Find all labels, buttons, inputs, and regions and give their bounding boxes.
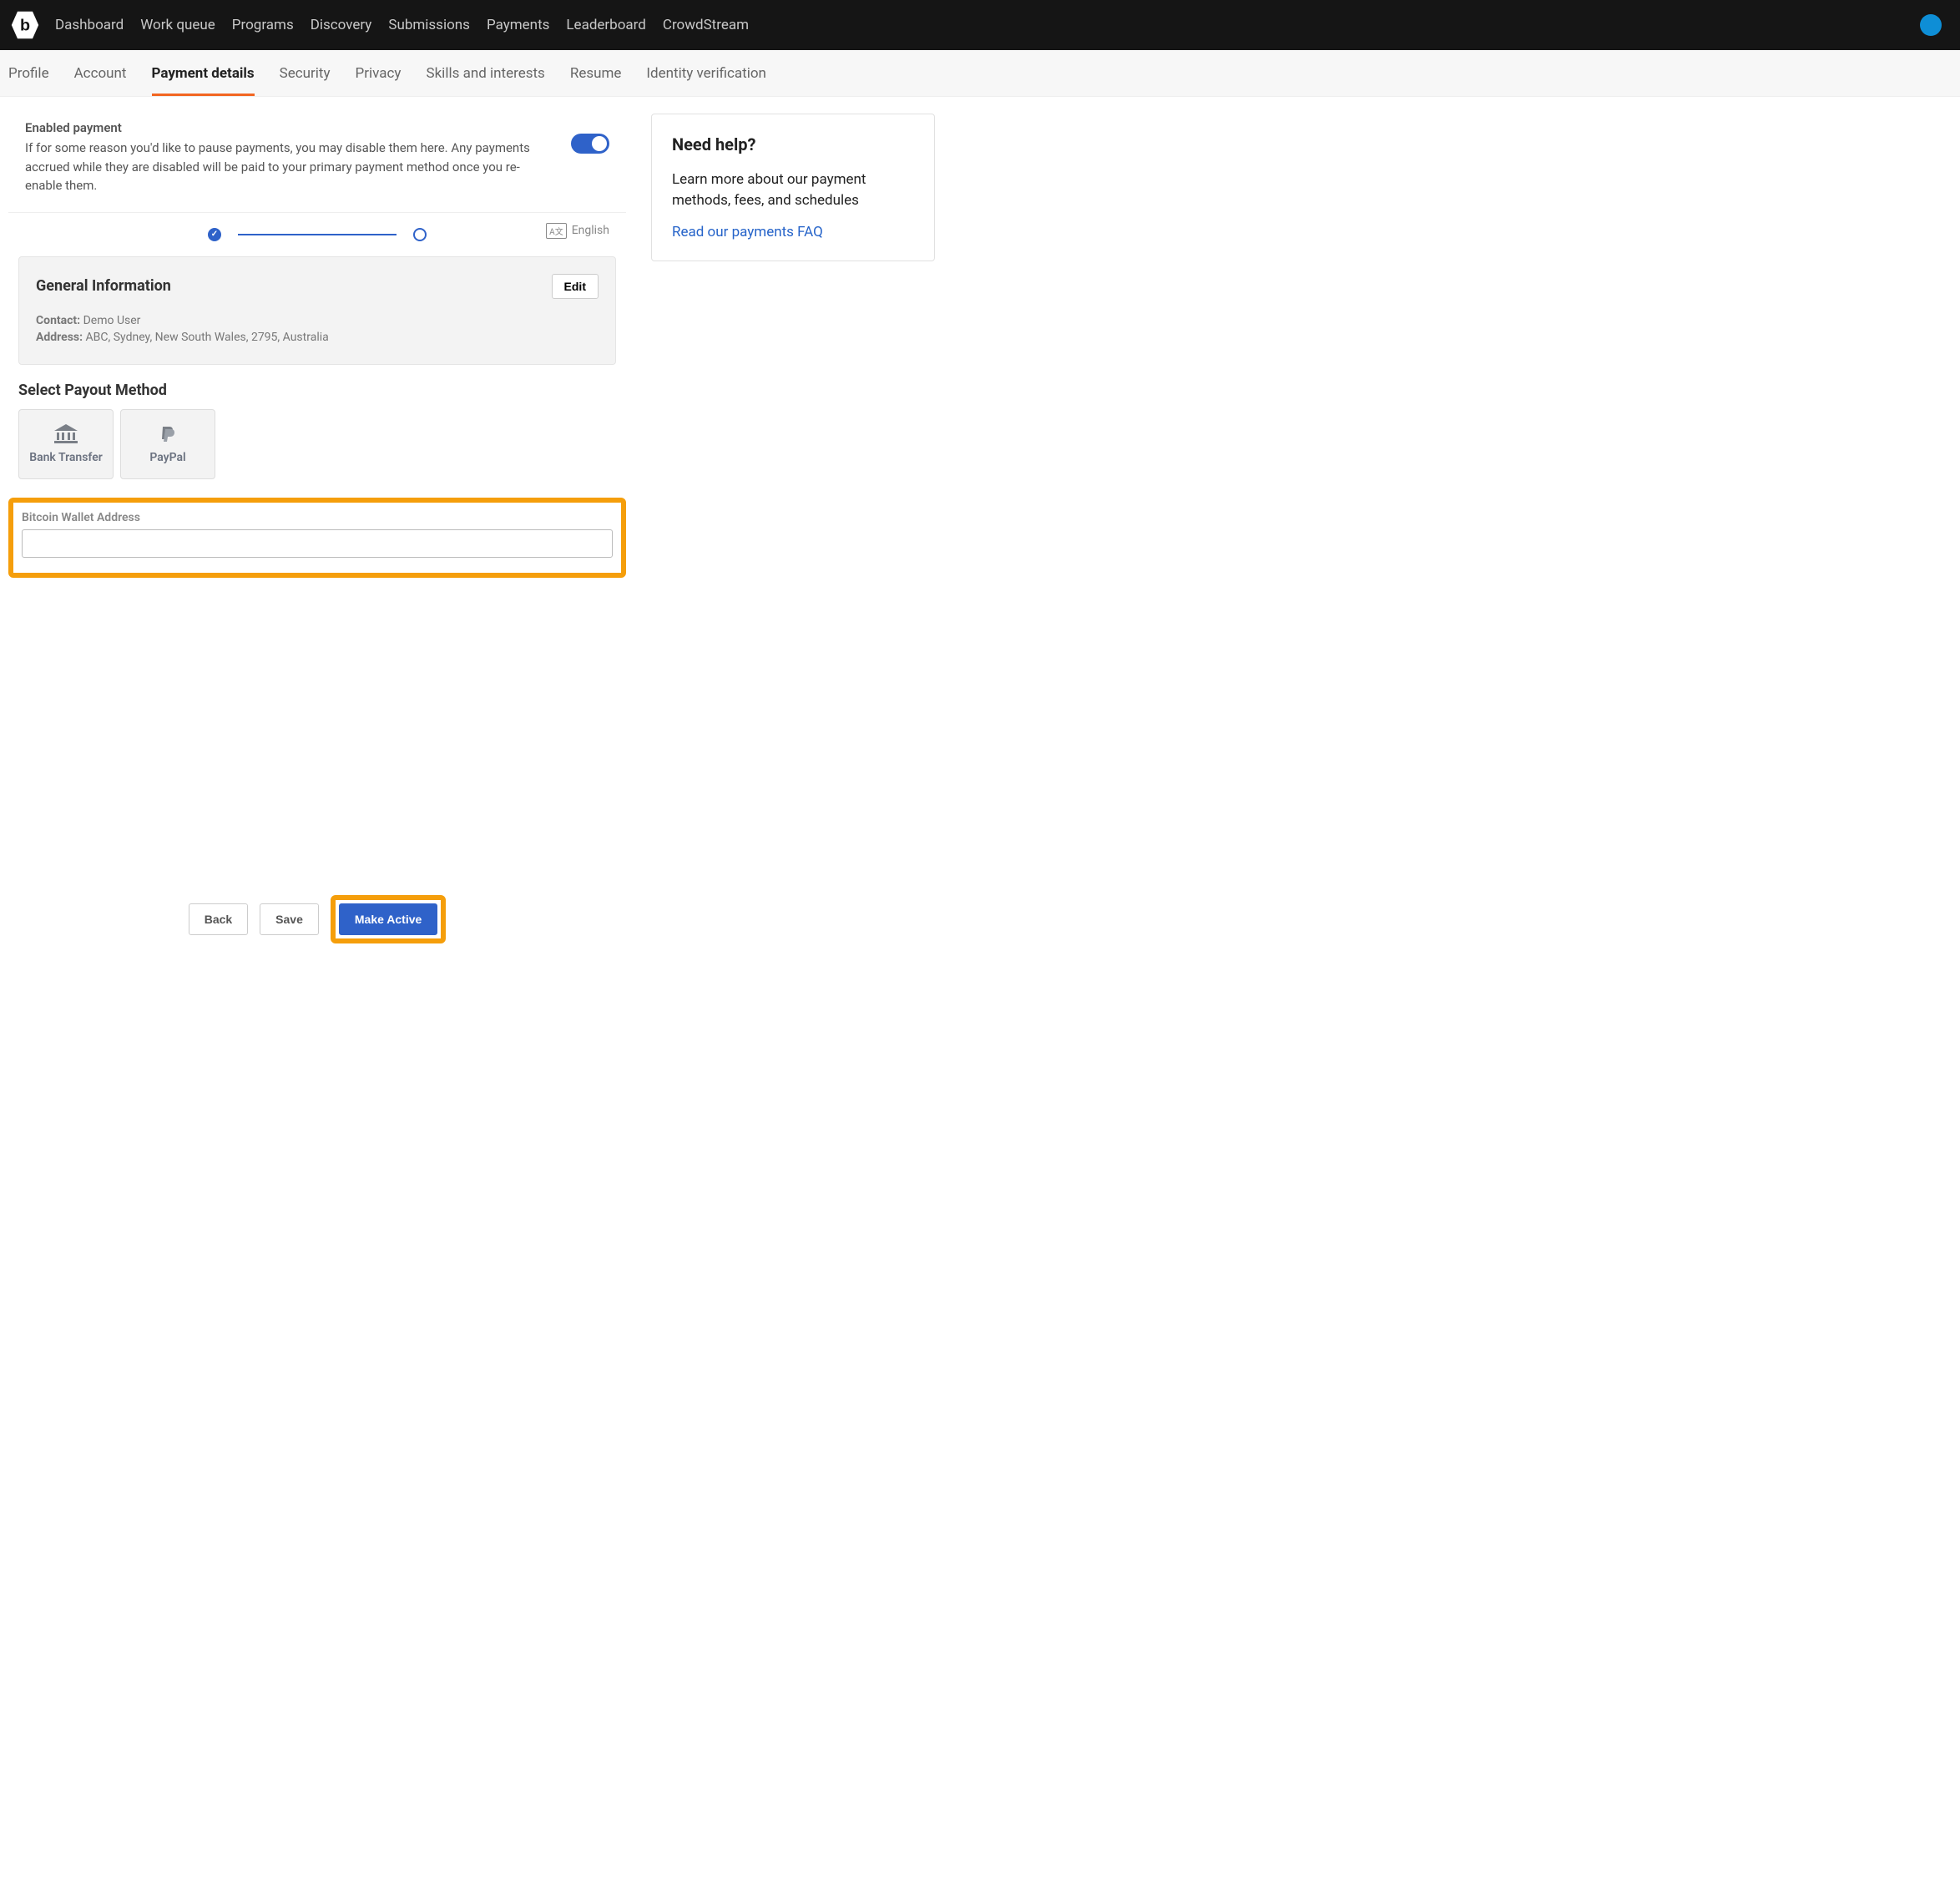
- bugcrowd-logo-icon: b: [10, 10, 40, 40]
- enabled-payment-text: Enabled payment If for some reason you'd…: [25, 120, 554, 195]
- avatar[interactable]: [1920, 14, 1942, 36]
- nav-work-queue[interactable]: Work queue: [140, 17, 215, 33]
- tab-identity[interactable]: Identity verification: [646, 50, 766, 96]
- tab-privacy[interactable]: Privacy: [356, 50, 402, 96]
- contact-label: Contact:: [36, 314, 80, 327]
- make-active-highlight: Make Active: [331, 895, 446, 943]
- method-paypal[interactable]: PayPal: [120, 409, 215, 479]
- bitcoin-label: Bitcoin Wallet Address: [22, 511, 613, 524]
- bitcoin-address-input[interactable]: [22, 529, 613, 558]
- footer-buttons: Back Save Make Active: [8, 895, 626, 943]
- general-info-card: General Information Edit Contact: Demo U…: [18, 256, 616, 365]
- nav-programs[interactable]: Programs: [232, 17, 294, 33]
- stepper-row: A文 English: [8, 213, 626, 248]
- contact-row: Contact: Demo User: [36, 314, 599, 327]
- language-switcher[interactable]: A文 English: [546, 223, 609, 239]
- tab-payment-details[interactable]: Payment details: [152, 50, 255, 96]
- back-button[interactable]: Back: [189, 903, 248, 935]
- make-active-button[interactable]: Make Active: [339, 903, 437, 935]
- step-line: [238, 234, 397, 235]
- bitcoin-field-highlight: Bitcoin Wallet Address: [8, 498, 626, 578]
- paypal-icon: [158, 424, 178, 444]
- help-body: Learn more about our payment methods, fe…: [672, 169, 914, 210]
- help-heading: Need help?: [672, 134, 914, 154]
- language-icon: A文: [546, 223, 567, 239]
- save-button[interactable]: Save: [260, 903, 319, 935]
- nav-discovery[interactable]: Discovery: [311, 17, 372, 33]
- stepper: [208, 228, 427, 241]
- enabled-payment-title: Enabled payment: [25, 120, 554, 135]
- tab-security[interactable]: Security: [280, 50, 331, 96]
- general-info-header: General Information Edit: [36, 274, 599, 299]
- method-bank-label: Bank Transfer: [29, 451, 103, 464]
- address-row: Address: ABC, Sydney, New South Wales, 2…: [36, 331, 599, 344]
- address-value: ABC, Sydney, New South Wales, 2795, Aust…: [86, 331, 329, 344]
- tab-skills[interactable]: Skills and interests: [426, 50, 544, 96]
- tab-profile[interactable]: Profile: [8, 50, 49, 96]
- payout-methods: Bank Transfer PayPal: [18, 409, 616, 479]
- svg-text:b: b: [20, 16, 30, 34]
- sub-nav: Profile Account Payment details Security…: [0, 50, 1960, 97]
- help-faq-link[interactable]: Read our payments FAQ: [672, 224, 823, 240]
- payout-heading: Select Payout Method: [18, 382, 616, 399]
- language-label: English: [572, 224, 609, 237]
- contact-value: Demo User: [83, 314, 141, 327]
- enabled-payment-desc: If for some reason you'd like to pause p…: [25, 139, 554, 195]
- help-panel: Need help? Learn more about our payment …: [651, 114, 935, 261]
- logo[interactable]: b: [10, 10, 40, 40]
- nav-leaderboard[interactable]: Leaderboard: [566, 17, 645, 33]
- nav-dashboard[interactable]: Dashboard: [55, 17, 124, 33]
- nav-payments[interactable]: Payments: [487, 17, 549, 33]
- tab-resume[interactable]: Resume: [570, 50, 622, 96]
- enabled-payment-toggle[interactable]: [571, 134, 609, 154]
- nav-submissions[interactable]: Submissions: [388, 17, 470, 33]
- tab-account[interactable]: Account: [74, 50, 127, 96]
- top-nav-links: Dashboard Work queue Programs Discovery …: [55, 17, 749, 33]
- page: Enabled payment If for some reason you'd…: [0, 97, 1960, 977]
- method-paypal-label: PayPal: [149, 451, 185, 464]
- general-info-heading: General Information: [36, 277, 171, 295]
- edit-button[interactable]: Edit: [552, 274, 599, 299]
- step-2-icon: [413, 228, 427, 241]
- bank-icon: [54, 424, 78, 444]
- nav-crowdstream[interactable]: CrowdStream: [663, 17, 749, 33]
- address-label: Address:: [36, 331, 83, 344]
- method-bank-transfer[interactable]: Bank Transfer: [18, 409, 114, 479]
- enabled-payment-section: Enabled payment If for some reason you'd…: [8, 114, 626, 213]
- top-nav: b Dashboard Work queue Programs Discover…: [0, 0, 1960, 50]
- main-column: Enabled payment If for some reason you'd…: [8, 114, 626, 943]
- step-1-done-icon: [208, 228, 221, 241]
